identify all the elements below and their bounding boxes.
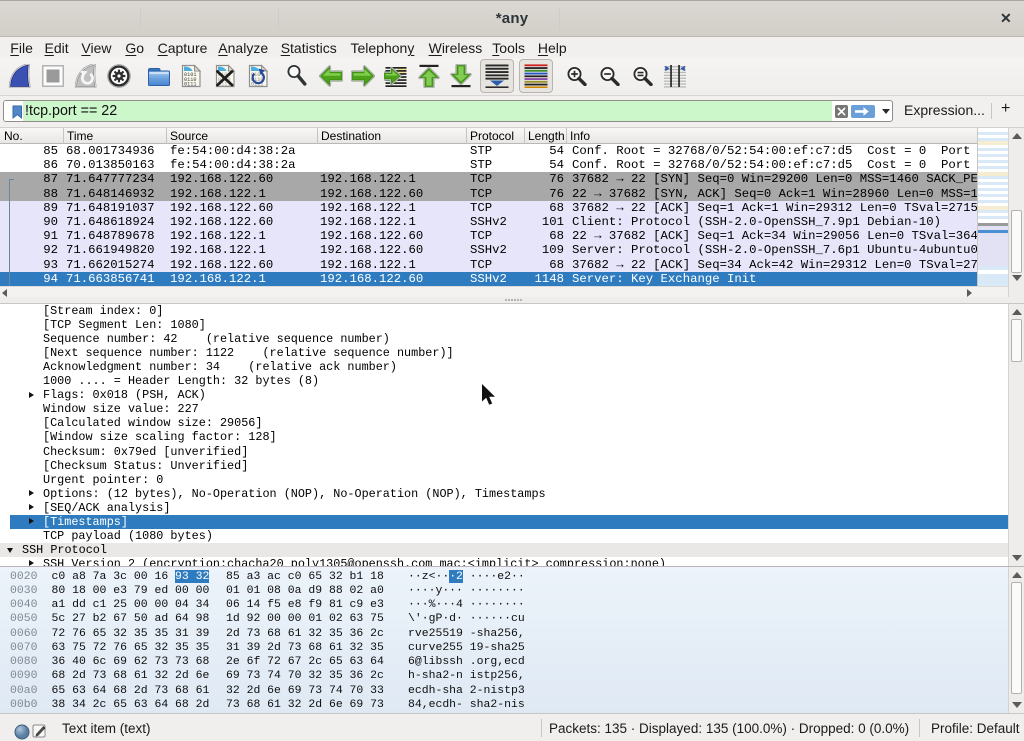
svg-text:0111: 0111 (184, 81, 196, 87)
